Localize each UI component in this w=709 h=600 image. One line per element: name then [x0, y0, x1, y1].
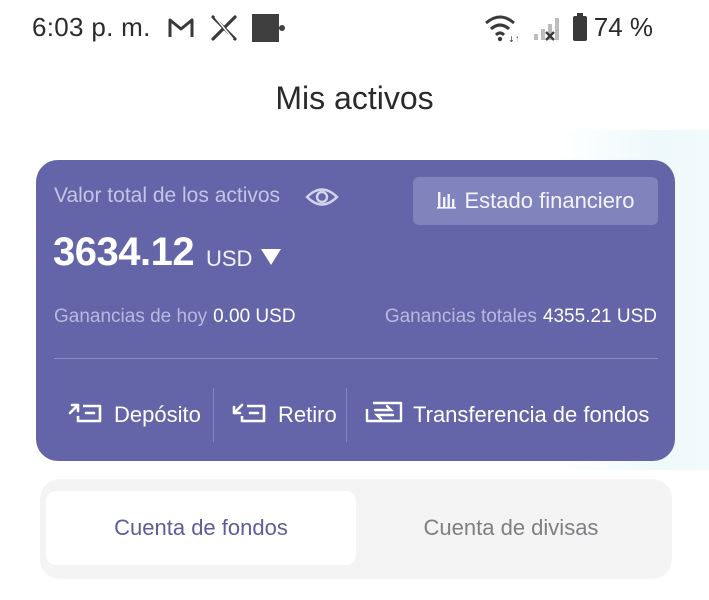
transfer-icon	[363, 399, 405, 432]
transfer-button[interactable]: Transferencia de fondos	[363, 388, 649, 442]
action-separator	[346, 388, 347, 442]
withdraw-label: Retiro	[278, 402, 337, 427]
assets-card: Valor total de los activos Estado financ…	[36, 160, 675, 461]
total-assets-label: Valor total de los activos	[54, 184, 281, 207]
action-separator	[213, 388, 214, 442]
total-earnings-value: 4355.21 USD	[542, 306, 657, 327]
bar-chart-icon	[436, 189, 457, 214]
caret-down-icon	[260, 248, 282, 271]
currency-label: USD	[206, 246, 253, 271]
total-earnings: Ganancias totales 4355.21 USD	[385, 306, 657, 328]
battery-icon	[572, 13, 588, 46]
today-earnings-value: 0.00 USD	[213, 306, 296, 327]
wifi-icon: ↓↑	[484, 13, 521, 48]
transfer-label: Transferencia de fondos	[413, 402, 650, 427]
account-tabs: Cuenta de fondos Cuenta de divisas	[40, 479, 672, 579]
deposit-label: Depósito	[114, 402, 201, 427]
gmail-icon	[167, 14, 195, 47]
withdraw-button[interactable]: Retiro	[230, 388, 337, 442]
tab-fx-account[interactable]: Cuenta de divisas	[356, 491, 666, 565]
card-divider	[54, 358, 658, 359]
financial-statement-label: Estado financiero	[464, 188, 635, 213]
eye-icon[interactable]	[305, 184, 339, 215]
page-title: Mis activos	[275, 80, 434, 116]
total-assets-amount: 3634.12	[53, 230, 195, 274]
today-earnings: Ganancias de hoy 0.00 USD	[54, 306, 296, 328]
signal-icon	[532, 14, 568, 47]
deposit-icon	[66, 399, 106, 432]
currency-selector[interactable]: USD	[206, 246, 282, 272]
card-actions: Depósito Retiro Transferencia de fondos	[36, 388, 675, 442]
deposit-button[interactable]: Depósito	[66, 388, 201, 442]
total-earnings-label: Ganancias totales	[384, 306, 537, 327]
battery-percentage: 74 %	[593, 12, 653, 42]
tab-funds-account[interactable]: Cuenta de fondos	[46, 491, 356, 565]
withdraw-icon	[230, 399, 270, 432]
status-bar: 6:03 p. m. ↓↑	[0, 0, 709, 56]
x-icon	[210, 14, 238, 47]
svg-text:↓↑: ↓↑	[508, 35, 518, 43]
financial-statement-button[interactable]: Estado financiero	[413, 177, 658, 225]
status-time: 6:03 p. m.	[32, 12, 151, 42]
wallet-icon	[252, 14, 286, 47]
today-earnings-label: Ganancias de hoy	[54, 306, 208, 327]
